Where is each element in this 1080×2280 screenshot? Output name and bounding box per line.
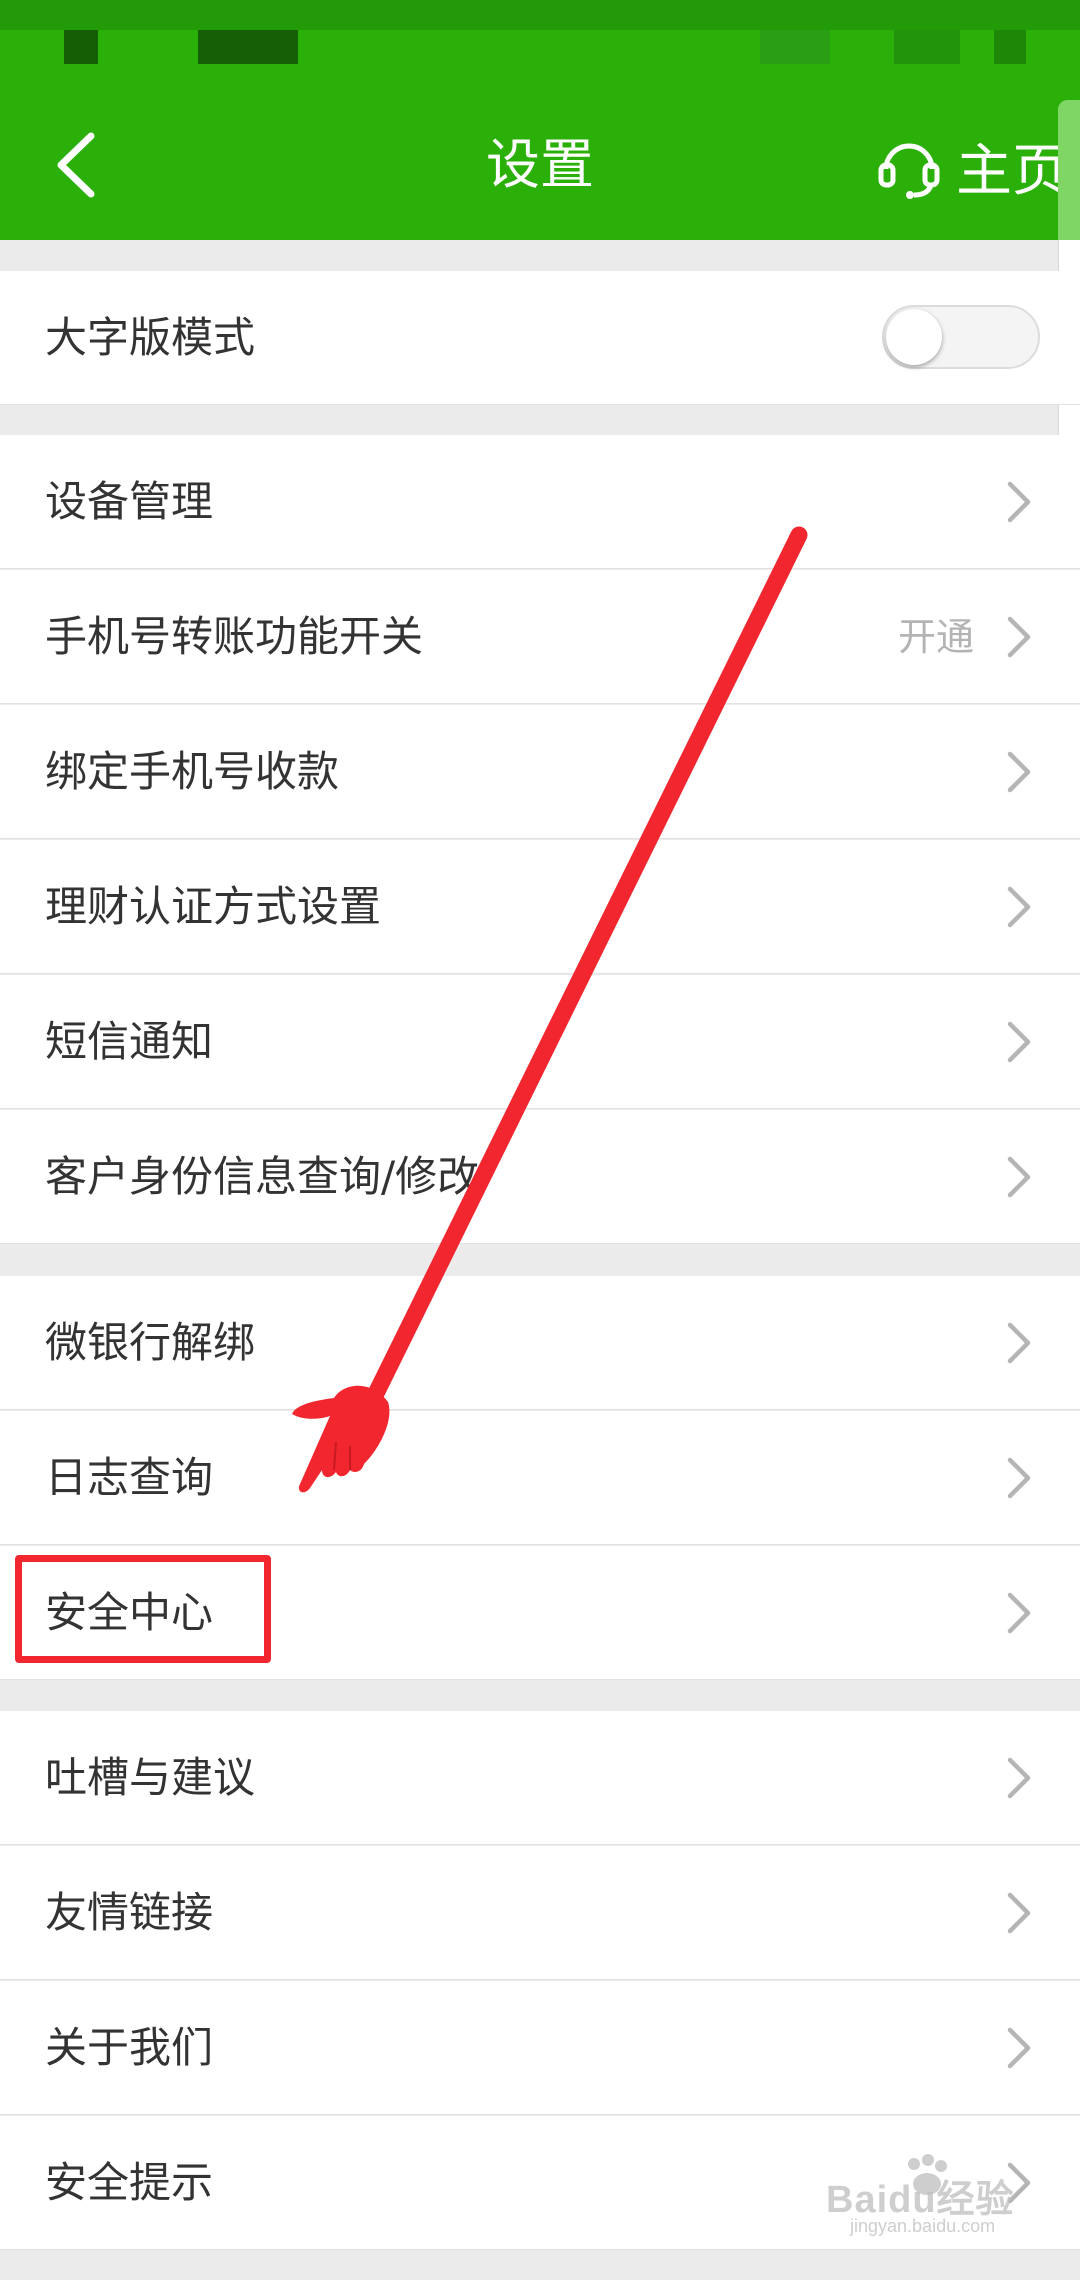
- list-item-sms-notification[interactable]: 短信通知: [0, 975, 1080, 1109]
- headset-icon: [878, 143, 940, 199]
- list-item-feedback[interactable]: 吐槽与建议: [0, 1711, 1080, 1845]
- chevron-right-icon: [1007, 1757, 1031, 1799]
- chevron-right-icon: [1007, 1892, 1031, 1934]
- list-item-finance-auth[interactable]: 理财认证方式设置: [0, 840, 1080, 974]
- list-item-phone-transfer[interactable]: 手机号转账功能开关 开通: [0, 570, 1080, 704]
- status-bar-blur: [894, 30, 960, 64]
- list-item-unbind-wechat-bank[interactable]: 微银行解绑: [0, 1276, 1080, 1410]
- app-header: 设置 主页: [0, 90, 1080, 240]
- annotation-highlight-box: [15, 1555, 271, 1663]
- chevron-right-icon: [1007, 2027, 1031, 2069]
- status-bar-blur: [994, 30, 1026, 64]
- side-drawer-tab-accent: [1058, 100, 1080, 240]
- chevron-right-icon: [1007, 1156, 1031, 1198]
- row-value: 开通: [897, 615, 974, 659]
- chevron-right-icon: [1007, 886, 1031, 928]
- row-label: 手机号转账功能开关: [45, 612, 424, 661]
- status-bar-blur: [64, 30, 98, 64]
- chevron-right-icon: [1007, 1457, 1031, 1499]
- watermark: Baidu经验: [826, 2179, 1015, 2221]
- chevron-right-icon: [1007, 1592, 1031, 1634]
- status-bar-strip: [0, 0, 1080, 30]
- row-label: 短信通知: [45, 1017, 214, 1066]
- list-item-customer-identity[interactable]: 客户身份信息查询/修改: [0, 1110, 1080, 1244]
- row-label: 安全提示: [45, 2158, 214, 2207]
- home-label: 主页: [956, 138, 1068, 204]
- row-label: 日志查询: [45, 1453, 214, 1502]
- row-label: 大字版模式: [45, 313, 256, 362]
- row-label: 微银行解绑: [45, 1318, 256, 1367]
- row-label: 客户身份信息查询/修改: [45, 1152, 480, 1201]
- chevron-right-icon: [1007, 1021, 1031, 1063]
- toggle-knob: [886, 309, 942, 365]
- row-label: 友情链接: [45, 1888, 214, 1937]
- watermark-url: jingyan.baidu.com: [850, 2216, 996, 2236]
- row-label: 关于我们: [45, 2023, 214, 2072]
- home-button[interactable]: 主页: [876, 126, 1068, 206]
- chevron-right-icon: [1007, 616, 1031, 658]
- status-bar-blur: [760, 30, 830, 64]
- status-bar: [0, 0, 1080, 90]
- row-label: 绑定手机号收款: [45, 747, 340, 796]
- row-label: 理财认证方式设置: [45, 882, 382, 931]
- large-font-mode-toggle[interactable]: [882, 305, 1040, 369]
- chevron-right-icon: [1007, 751, 1031, 793]
- list-item-about-us[interactable]: 关于我们: [0, 1981, 1080, 2115]
- chevron-right-icon: [1007, 481, 1031, 523]
- status-bar-blur: [198, 30, 298, 64]
- list-item-log-query[interactable]: 日志查询: [0, 1411, 1080, 1545]
- list-item-friendly-links[interactable]: 友情链接: [0, 1846, 1080, 1980]
- chevron-right-icon: [1007, 1322, 1031, 1364]
- list-item-device-management[interactable]: 设备管理: [0, 435, 1080, 569]
- list-item-bind-phone-receive[interactable]: 绑定手机号收款: [0, 705, 1080, 839]
- row-label: 吐槽与建议: [45, 1753, 256, 1802]
- row-label: 设备管理: [45, 477, 214, 526]
